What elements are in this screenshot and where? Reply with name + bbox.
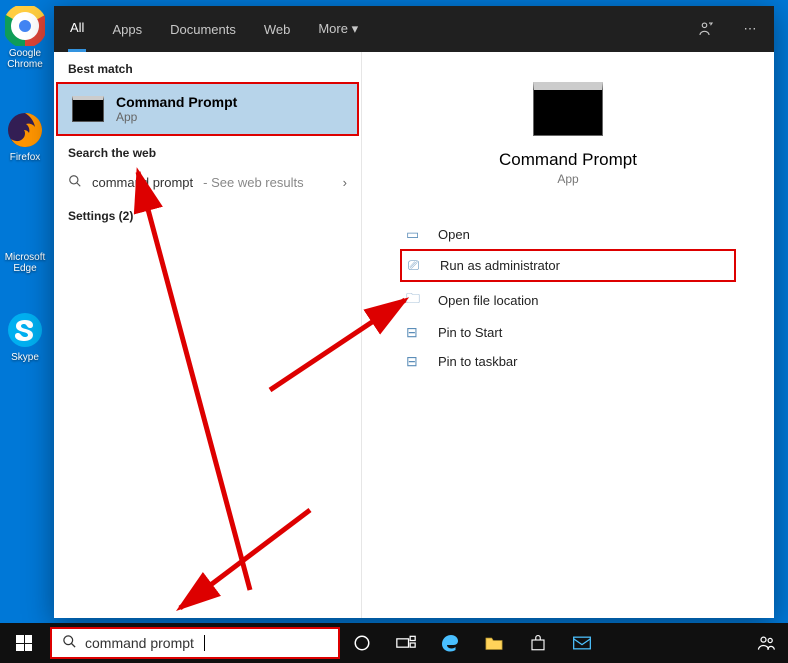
- windows-logo-icon: [16, 635, 32, 651]
- search-icon: [68, 174, 82, 191]
- taskbar-store[interactable]: [516, 623, 560, 663]
- desktop-icon-chrome[interactable]: Google Chrome: [2, 6, 48, 70]
- results-column: Best match Command Prompt App Search the…: [54, 6, 362, 618]
- firefox-icon: [5, 110, 45, 150]
- web-search-item[interactable]: command prompt - See web results ›: [54, 166, 361, 199]
- folder-icon: 🗀: [406, 288, 424, 312]
- best-match-title: Command Prompt: [116, 94, 237, 110]
- command-prompt-icon: [72, 96, 104, 122]
- people-button[interactable]: [744, 623, 788, 663]
- search-value: command prompt: [85, 635, 194, 651]
- detail-column: Command Prompt App ▭ Open ⎚ Run as admin…: [362, 6, 774, 618]
- pin-icon: ⊟: [406, 353, 424, 370]
- detail-title: Command Prompt: [382, 150, 754, 170]
- pin-icon: ⊟: [406, 324, 424, 341]
- action-label: Run as administrator: [440, 258, 560, 273]
- start-search-panel: All Apps Documents Web More ▾ ⋯ Best mat…: [54, 6, 774, 618]
- taskbar-search-input[interactable]: command prompt: [50, 627, 340, 659]
- action-pin-to-start[interactable]: ⊟ Pin to Start: [400, 318, 736, 347]
- tab-all[interactable]: All: [68, 6, 86, 52]
- action-label: Pin to taskbar: [438, 354, 518, 369]
- desktop-icon-edge[interactable]: Microsoft Edge: [2, 210, 48, 274]
- taskbar-mail[interactable]: [560, 623, 604, 663]
- more-options-icon[interactable]: ⋯: [740, 19, 760, 39]
- tab-apps[interactable]: Apps: [110, 8, 144, 51]
- edge-icon: [5, 210, 45, 250]
- chevron-right-icon: ›: [343, 175, 347, 190]
- action-label: Open file location: [438, 293, 538, 308]
- desktop-icon-label: Firefox: [10, 152, 41, 163]
- detail-subtitle: App: [382, 172, 754, 186]
- taskbar-file-explorer[interactable]: [472, 623, 516, 663]
- taskbar: command prompt: [0, 623, 788, 663]
- task-view-button[interactable]: [384, 623, 428, 663]
- tab-more[interactable]: More ▾: [316, 7, 360, 51]
- taskbar-edge[interactable]: [428, 623, 472, 663]
- feedback-icon[interactable]: [696, 19, 716, 39]
- chrome-icon: [5, 6, 45, 46]
- action-label: Open: [438, 227, 470, 242]
- desktop-icon-label: Skype: [11, 352, 39, 363]
- search-header: All Apps Documents Web More ▾ ⋯: [54, 6, 774, 52]
- action-open-file-location[interactable]: 🗀 Open file location: [400, 282, 736, 318]
- action-run-as-administrator[interactable]: ⎚ Run as administrator: [400, 249, 736, 282]
- open-icon: ▭: [406, 226, 424, 243]
- desktop-icon-label: Microsoft Edge: [5, 252, 46, 274]
- skype-icon: [5, 310, 45, 350]
- desktop-icon-skype[interactable]: Skype: [2, 310, 48, 363]
- app-large-icon: [533, 82, 603, 136]
- admin-icon: ⎚: [408, 257, 426, 274]
- settings-label[interactable]: Settings (2): [54, 199, 361, 229]
- start-button[interactable]: [0, 623, 48, 663]
- action-label: Pin to Start: [438, 325, 502, 340]
- action-pin-to-taskbar[interactable]: ⊟ Pin to taskbar: [400, 347, 736, 376]
- best-match-subtitle: App: [116, 110, 237, 124]
- desktop-icon-label: Google Chrome: [7, 48, 43, 70]
- best-match-label: Best match: [54, 52, 361, 82]
- web-query-text: command prompt: [92, 175, 193, 190]
- tab-web[interactable]: Web: [262, 8, 293, 51]
- desktop-icon-firefox[interactable]: Firefox: [2, 110, 48, 163]
- tab-documents[interactable]: Documents: [168, 8, 238, 51]
- action-open[interactable]: ▭ Open: [400, 220, 736, 249]
- best-match-item[interactable]: Command Prompt App: [56, 82, 359, 136]
- search-web-label: Search the web: [54, 136, 361, 166]
- cortana-button[interactable]: [340, 623, 384, 663]
- web-hint-text: - See web results: [203, 175, 303, 190]
- search-icon: [62, 634, 77, 652]
